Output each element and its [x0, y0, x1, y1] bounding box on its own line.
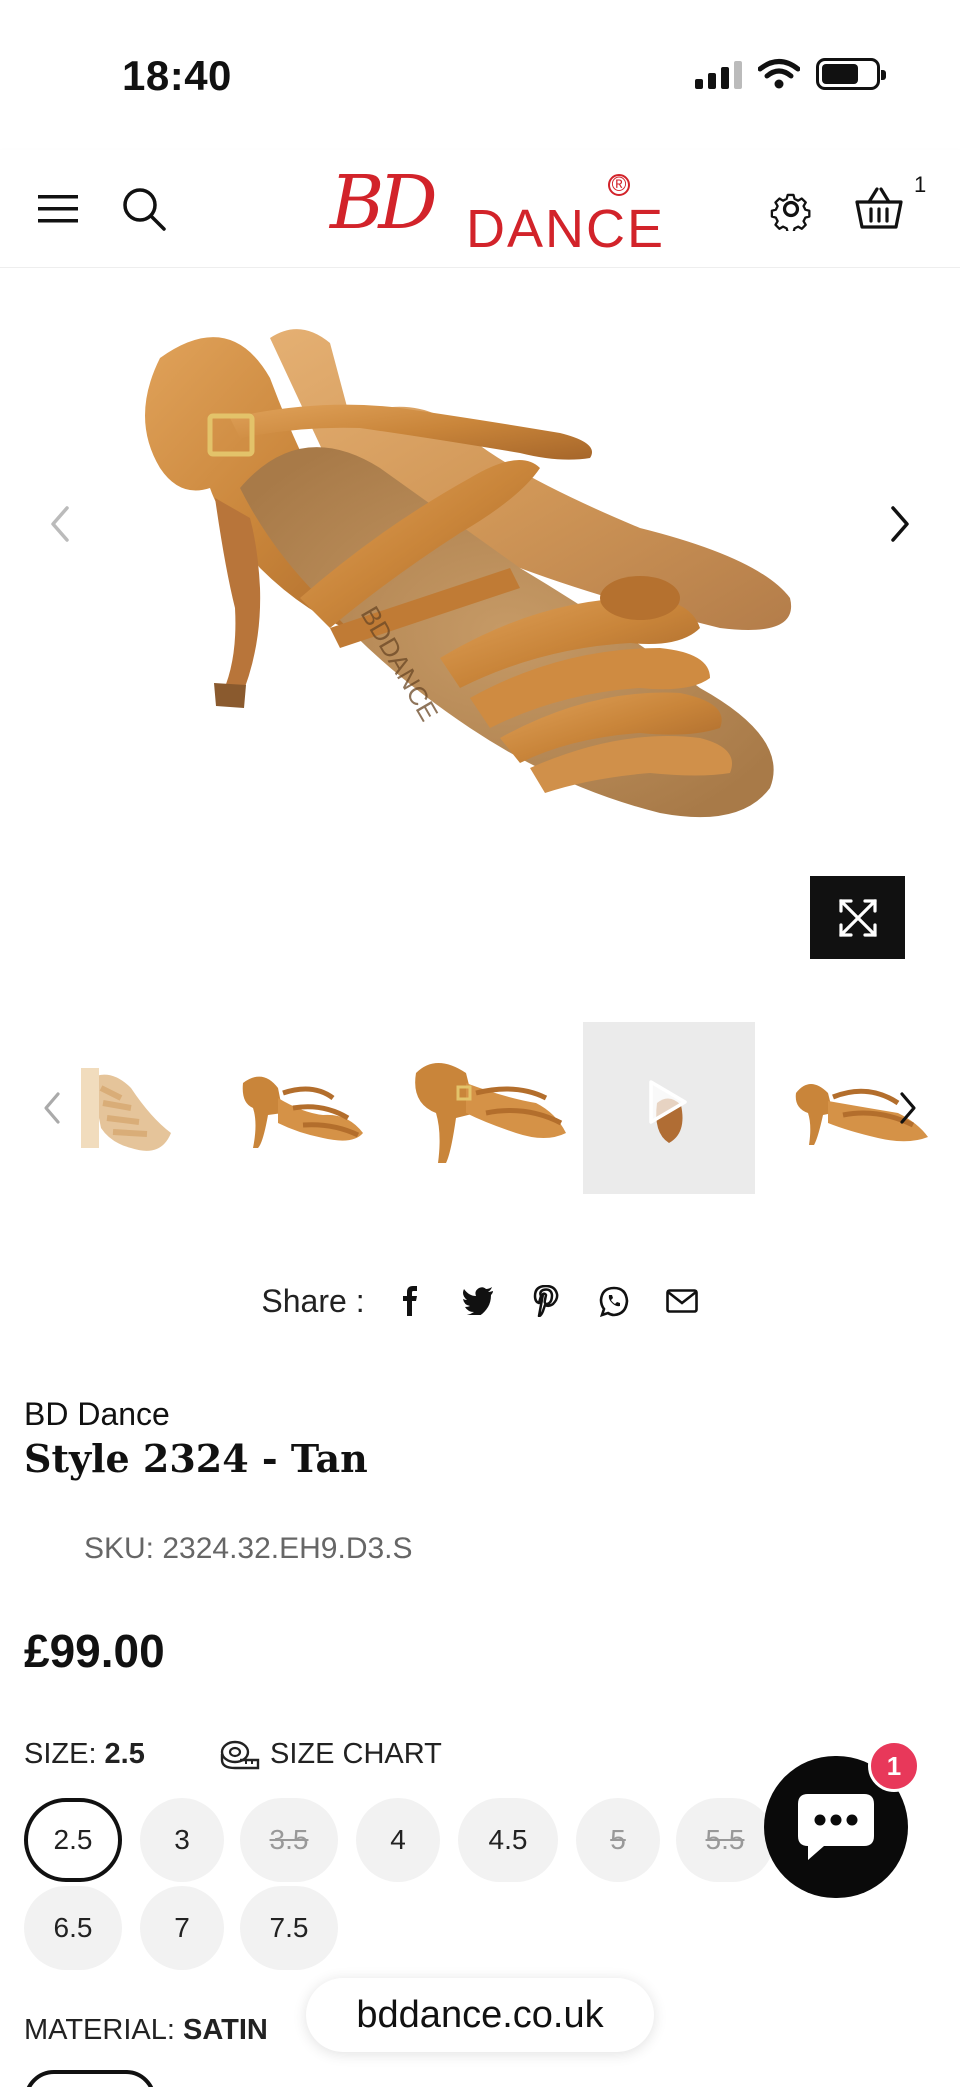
material-value: SATIN [183, 2014, 268, 2046]
chevron-right-icon [900, 1092, 916, 1124]
logo-script: BD [330, 160, 438, 246]
material-swatch-satin[interactable] [24, 2070, 156, 2087]
share-label: Share : [261, 1282, 365, 1319]
thumbnail-strip [0, 1022, 960, 1196]
logo-text: DANCE [466, 199, 666, 259]
chevron-left-icon [44, 1092, 60, 1124]
settings-button[interactable] [762, 180, 820, 238]
size-swatch-3[interactable]: 3 [140, 1798, 224, 1882]
chat-bubble-icon [798, 1794, 874, 1860]
menu-button[interactable] [28, 184, 88, 234]
measuring-tape-icon [220, 1740, 260, 1769]
status-time: 18:40 [122, 52, 232, 99]
shoe-thumbnail [242, 1076, 363, 1148]
thumbnail-video[interactable] [583, 1022, 755, 1194]
share-row: Share : [0, 1276, 960, 1326]
browser-url-pill[interactable]: bddance.co.uk [306, 1978, 654, 2052]
shoe-thumbnail [415, 1063, 566, 1163]
size-swatch-6-5[interactable]: 6.5 [24, 1886, 122, 1970]
search-button[interactable] [114, 180, 174, 238]
logo-registered-mark: ® [608, 174, 630, 196]
battery-icon [816, 58, 886, 90]
chevron-right-icon [891, 506, 909, 542]
gear-icon [770, 193, 811, 231]
wifi-icon [758, 59, 800, 89]
product-title: Style 2324 - Tan [24, 1436, 368, 1481]
size-swatch-7-5[interactable]: 7.5 [240, 1886, 338, 1970]
status-icons [695, 58, 886, 90]
gallery-prev-button[interactable] [30, 494, 90, 554]
thumbnails-next-button[interactable] [878, 1078, 938, 1138]
size-chart-link[interactable]: SIZE CHART [220, 1738, 442, 1771]
facebook-icon[interactable] [393, 1284, 427, 1318]
size-label: SIZE: [24, 1738, 97, 1770]
brand-logo[interactable]: BD DANCE ® [330, 160, 663, 259]
size-swatch-3-5[interactable]: 3.5 [240, 1798, 338, 1882]
twitter-icon[interactable] [461, 1284, 495, 1318]
size-selection-label: SIZE: 2.5 [24, 1738, 145, 1771]
product-sku: SKU: 2324.32.EH9.D3.S [84, 1532, 413, 1565]
whatsapp-icon[interactable] [597, 1284, 631, 1318]
chevron-left-icon [51, 506, 69, 542]
status-bar: 18:40 [0, 0, 960, 150]
url-text: bddance.co.uk [356, 1993, 604, 2036]
gallery-next-button[interactable] [870, 494, 930, 554]
basket-icon [855, 187, 903, 229]
size-swatch-4[interactable]: 4 [356, 1798, 440, 1882]
hamburger-icon [38, 195, 78, 223]
size-swatch-7[interactable]: 7 [140, 1886, 224, 1970]
email-icon[interactable] [665, 1284, 699, 1318]
material-selection-label: MATERIAL: SATIN [24, 2014, 268, 2047]
cart-count: 1 [914, 172, 927, 197]
product-price: £99.00 [24, 1625, 165, 1677]
size-swatch-4-5[interactable]: 4.5 [458, 1798, 558, 1882]
chat-unread-badge: 1 [868, 1740, 920, 1792]
shoe-image: BDDANCE [145, 329, 792, 818]
size-chart-label: SIZE CHART [270, 1738, 442, 1770]
play-icon [649, 1080, 687, 1124]
thumbnail-item[interactable] [212, 1022, 384, 1194]
expand-icon [838, 898, 877, 937]
material-label: MATERIAL: [24, 2014, 175, 2046]
pinterest-icon[interactable] [529, 1284, 563, 1318]
site-header: BD DANCE ® [0, 150, 960, 268]
size-value: 2.5 [104, 1738, 145, 1770]
product-brand[interactable]: BD Dance [24, 1396, 170, 1433]
size-swatch-2-5[interactable]: 2.5 [24, 1798, 122, 1882]
thumbnails-prev-button[interactable] [22, 1078, 82, 1138]
thumbnail-item[interactable] [396, 1022, 568, 1194]
cart-button[interactable] [848, 178, 910, 238]
fullscreen-button[interactable] [810, 876, 905, 959]
size-swatch-5[interactable]: 5 [576, 1798, 660, 1882]
cellular-signal-icon [695, 59, 742, 89]
search-icon [123, 188, 166, 231]
size-swatch-5-5[interactable]: 5.5 [676, 1798, 774, 1882]
